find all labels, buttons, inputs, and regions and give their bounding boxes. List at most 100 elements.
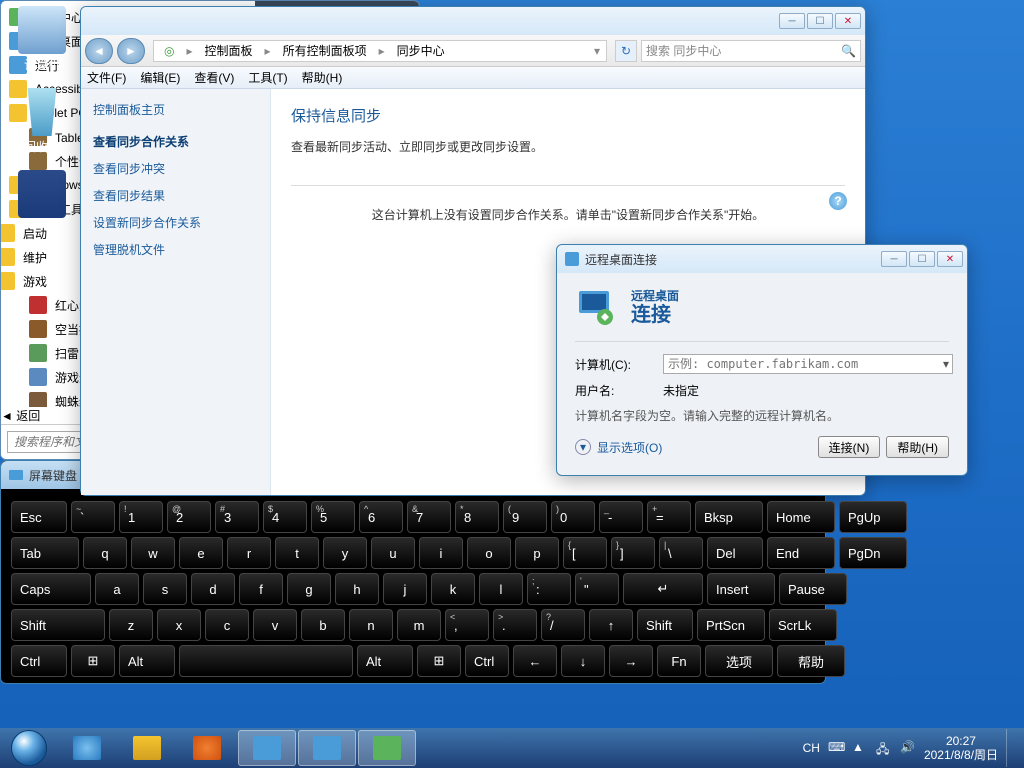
key-& 7[interactable]: &7 (407, 501, 451, 533)
taskbar-ie[interactable] (58, 730, 116, 766)
key-⊞[interactable]: ⊞ (71, 645, 115, 677)
key-k[interactable]: k (431, 573, 475, 605)
key-↵[interactable]: ↵ (623, 573, 703, 605)
minimize-button[interactable]: ─ (881, 251, 907, 267)
key-> .[interactable]: >. (493, 609, 537, 641)
key-s[interactable]: s (143, 573, 187, 605)
search-box[interactable]: 搜索 同步中心 🔍 (641, 40, 861, 62)
breadcrumb[interactable]: ◎ ▸ 控制面板▸ 所有控制面板项▸ 同步中心 ▾ (153, 40, 607, 62)
key-b[interactable]: b (301, 609, 345, 641)
key-^ 6[interactable]: ^6 (359, 501, 403, 533)
key-{ [[interactable]: {[ (563, 537, 607, 569)
key-? /[interactable]: ?/ (541, 609, 585, 641)
key-ScrLk[interactable]: ScrLk (769, 609, 837, 641)
key-< ,[interactable]: <, (445, 609, 489, 641)
rdc-titlebar[interactable]: 远程桌面连接 ─ ☐ ✕ (557, 245, 967, 273)
key-Ctrl[interactable]: Ctrl (465, 645, 509, 677)
key-# 3[interactable]: #3 (215, 501, 259, 533)
sync-titlebar[interactable]: ─ ☐ ✕ (81, 7, 865, 35)
key-PrtScn[interactable]: PrtScn (697, 609, 765, 641)
menu-file[interactable]: 文件(F) (87, 69, 126, 86)
maximize-button[interactable]: ☐ (909, 251, 935, 267)
close-button[interactable]: ✕ (937, 251, 963, 267)
expand-icon[interactable]: ▾ (575, 439, 591, 455)
key-w[interactable]: w (131, 537, 175, 569)
crumb-dropdown-icon[interactable]: ▾ (588, 44, 606, 58)
key-Esc[interactable]: Esc (11, 501, 67, 533)
dropdown-icon[interactable]: ▾ (943, 357, 949, 371)
connect-button[interactable]: 连接(N) (818, 436, 881, 458)
taskbar-osk[interactable] (238, 730, 296, 766)
tray-clock[interactable]: 20:27 2021/8/8/周日 (924, 734, 998, 763)
key-$ 4[interactable]: $4 (263, 501, 307, 533)
key-↓[interactable]: ↓ (561, 645, 605, 677)
sidebar-setup[interactable]: 设置新同步合作关系 (93, 209, 258, 236)
key-o[interactable]: o (467, 537, 511, 569)
key-f[interactable]: f (239, 573, 283, 605)
key-p[interactable]: p (515, 537, 559, 569)
key-| \[interactable]: |\ (659, 537, 703, 569)
key-选项[interactable]: 选项 (705, 645, 773, 677)
key-y[interactable]: y (323, 537, 367, 569)
desktop-icon-recycle[interactable]: 回收站 (12, 88, 72, 155)
close-button[interactable]: ✕ (835, 13, 861, 29)
key-( 9[interactable]: (9 (503, 501, 547, 533)
key-Shift[interactable]: Shift (11, 609, 105, 641)
key-d[interactable]: d (191, 573, 235, 605)
key-PgDn[interactable]: PgDn (839, 537, 907, 569)
key-Tab[interactable]: Tab (11, 537, 79, 569)
key-Bksp[interactable]: Bksp (695, 501, 763, 533)
key-n[interactable]: n (349, 609, 393, 641)
desktop-icon-app[interactable] (12, 170, 72, 220)
key-Alt[interactable]: Alt (119, 645, 175, 677)
menu-help[interactable]: 帮助(H) (302, 69, 343, 86)
tray-lang[interactable]: CH (803, 741, 820, 755)
key-←[interactable]: ← (513, 645, 557, 677)
key-PgUp[interactable]: PgUp (839, 501, 907, 533)
start-button[interactable] (2, 729, 56, 767)
key-Ctrl[interactable]: Ctrl (11, 645, 67, 677)
key-Insert[interactable]: Insert (707, 573, 775, 605)
menu-view[interactable]: 查看(V) (194, 69, 234, 86)
key-v[interactable]: v (253, 609, 297, 641)
tray-network-icon[interactable]: 🖧 (876, 740, 892, 756)
tray-volume-icon[interactable]: 🔊 (900, 740, 916, 756)
key-u[interactable]: u (371, 537, 415, 569)
key-+ =[interactable]: += (647, 501, 691, 533)
menu-tools[interactable]: 工具(T) (248, 69, 287, 86)
key-Shift[interactable]: Shift (637, 609, 693, 641)
taskbar-wmp[interactable] (178, 730, 236, 766)
key-a[interactable]: a (95, 573, 139, 605)
key-space[interactable] (179, 645, 353, 677)
key-% 5[interactable]: %5 (311, 501, 355, 533)
taskbar-explorer[interactable] (118, 730, 176, 766)
key-; :[interactable]: ;: (527, 573, 571, 605)
show-desktop-button[interactable] (1006, 729, 1016, 767)
key-Del[interactable]: Del (707, 537, 763, 569)
forward-button[interactable]: ► (117, 38, 145, 64)
key-_ -[interactable]: _- (599, 501, 643, 533)
key-End[interactable]: End (767, 537, 835, 569)
tray-flag-icon[interactable]: ▲ (852, 740, 868, 756)
key-x[interactable]: x (157, 609, 201, 641)
sidebar-results[interactable]: 查看同步结果 (93, 182, 258, 209)
taskbar-sync[interactable] (358, 730, 416, 766)
key-t[interactable]: t (275, 537, 319, 569)
show-options[interactable]: 显示选项(O) (597, 439, 662, 456)
computer-input[interactable] (663, 354, 953, 374)
sidebar-head[interactable]: 控制面板主页 (93, 101, 258, 118)
sidebar-conflicts[interactable]: 查看同步冲突 (93, 155, 258, 182)
key-m[interactable]: m (397, 609, 441, 641)
key-Home[interactable]: Home (767, 501, 835, 533)
key-Caps[interactable]: Caps (11, 573, 91, 605)
key-q[interactable]: q (83, 537, 127, 569)
help-icon[interactable]: ? (829, 192, 847, 210)
key-帮助[interactable]: 帮助 (777, 645, 845, 677)
key-i[interactable]: i (419, 537, 463, 569)
key-c[interactable]: c (205, 609, 249, 641)
key-e[interactable]: e (179, 537, 223, 569)
tray-input-icon[interactable]: ⌨ (828, 740, 844, 756)
taskbar-rdc[interactable] (298, 730, 356, 766)
key-) 0[interactable]: )0 (551, 501, 595, 533)
key-→[interactable]: → (609, 645, 653, 677)
